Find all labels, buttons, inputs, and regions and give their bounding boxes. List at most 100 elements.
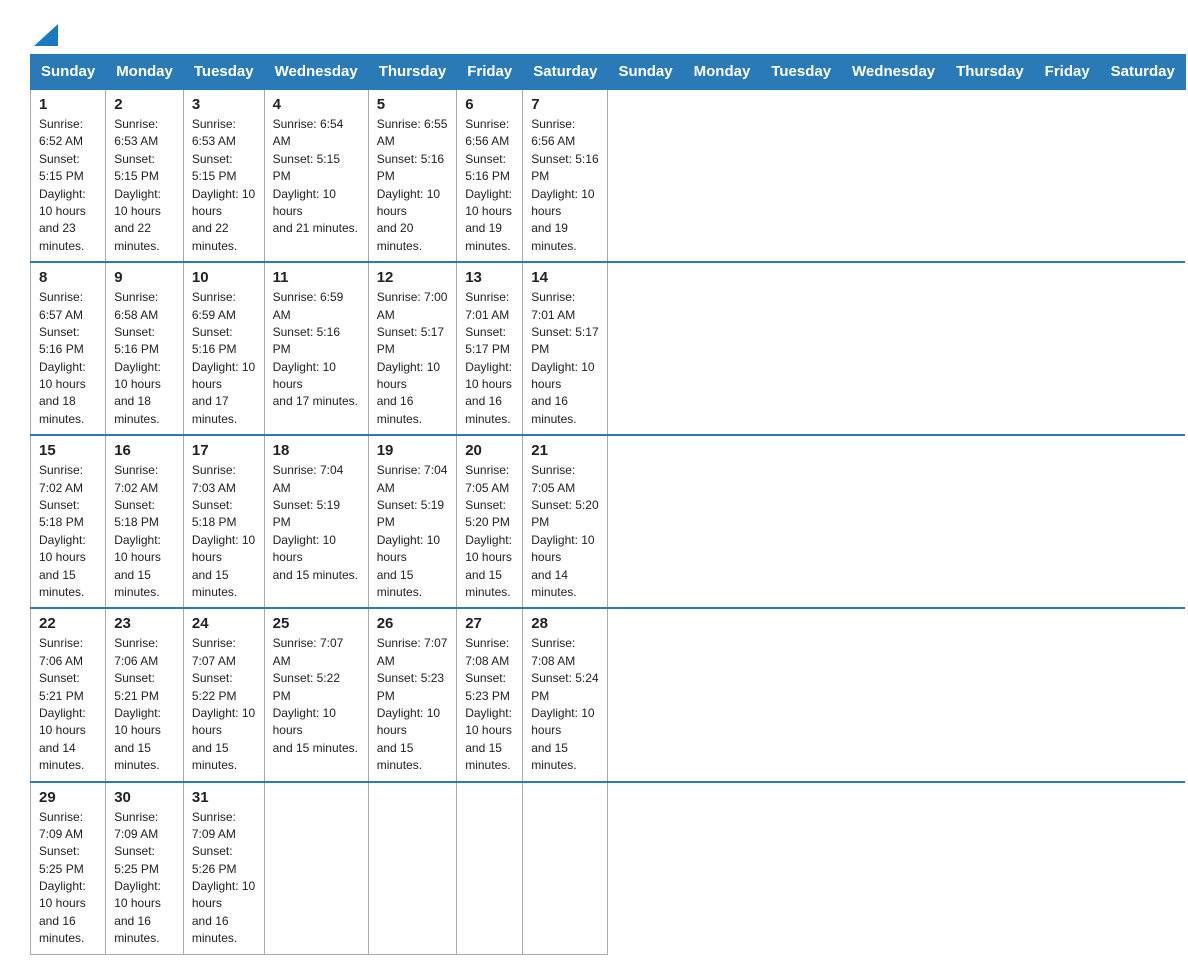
day-info: Sunrise: 6:58 AMSunset: 5:16 PMDaylight:… xyxy=(114,289,175,428)
day-info: Sunrise: 7:04 AMSunset: 5:19 PMDaylight:… xyxy=(273,462,360,584)
calendar-cell xyxy=(457,782,523,955)
day-info: Sunrise: 7:03 AMSunset: 5:18 PMDaylight:… xyxy=(192,462,256,601)
day-number: 27 xyxy=(465,615,514,632)
calendar-cell: 31 Sunrise: 7:09 AMSunset: 5:26 PMDayligh… xyxy=(183,782,264,955)
day-info: Sunrise: 6:59 AMSunset: 5:16 PMDaylight:… xyxy=(273,289,360,411)
day-number: 30 xyxy=(114,789,175,806)
day-number: 19 xyxy=(377,442,449,459)
calendar-cell: 4Sunrise: 6:54 AMSunset: 5:15 PMDaylight… xyxy=(264,89,368,262)
calendar-week-row: 22 Sunrise: 7:06 AMSunset: 5:21 PMDayligh… xyxy=(31,608,1186,781)
day-number: 8 xyxy=(39,269,97,286)
header-friday: Friday xyxy=(1034,55,1100,90)
day-number: 20 xyxy=(465,442,514,459)
day-info: Sunrise: 7:02 AMSunset: 5:18 PMDaylight:… xyxy=(39,462,97,601)
calendar-cell: 18Sunrise: 7:04 AMSunset: 5:19 PMDayligh… xyxy=(264,435,368,608)
day-info: Sunrise: 7:04 AMSunset: 5:19 PMDaylight:… xyxy=(377,462,449,601)
day-info: Sunrise: 7:08 AMSunset: 5:23 PMDaylight:… xyxy=(465,635,514,774)
calendar-week-row: 15Sunrise: 7:02 AMSunset: 5:18 PMDayligh… xyxy=(31,435,1186,608)
day-number: 14 xyxy=(531,269,599,286)
day-info: Sunrise: 7:09 AMSunset: 5:25 PMDaylight:… xyxy=(39,809,97,948)
header-tuesday: Tuesday xyxy=(761,55,842,90)
day-number: 31 xyxy=(192,789,256,806)
calendar-cell: 30 Sunrise: 7:09 AMSunset: 5:25 PMDayligh… xyxy=(106,782,184,955)
calendar-cell: 6Sunrise: 6:56 AMSunset: 5:16 PMDaylight… xyxy=(457,89,523,262)
day-number: 26 xyxy=(377,615,449,632)
calendar-cell: 14 Sunrise: 7:01 AMSunset: 5:17 PMDayligh… xyxy=(523,262,608,435)
calendar-cell: 19 Sunrise: 7:04 AMSunset: 5:19 PMDayligh… xyxy=(368,435,457,608)
day-info: Sunrise: 6:52 AMSunset: 5:15 PMDaylight:… xyxy=(39,116,97,255)
calendar-cell: 23 Sunrise: 7:06 AMSunset: 5:21 PMDayligh… xyxy=(106,608,184,781)
header-wednesday: Wednesday xyxy=(264,55,368,90)
calendar-cell: 27 Sunrise: 7:08 AMSunset: 5:23 PMDayligh… xyxy=(457,608,523,781)
header-sunday: Sunday xyxy=(31,55,106,90)
calendar-cell: 9 Sunrise: 6:58 AMSunset: 5:16 PMDaylight… xyxy=(106,262,184,435)
day-number: 9 xyxy=(114,269,175,286)
day-info: Sunrise: 6:55 AMSunset: 5:16 PMDaylight:… xyxy=(377,116,449,255)
day-number: 25 xyxy=(273,615,360,632)
day-number: 12 xyxy=(377,269,449,286)
calendar-week-row: 8 Sunrise: 6:57 AMSunset: 5:16 PMDaylight… xyxy=(31,262,1186,435)
logo xyxy=(30,20,60,44)
header-sunday: Sunday xyxy=(608,55,683,90)
day-info: Sunrise: 7:07 AMSunset: 5:22 PMDaylight:… xyxy=(192,635,256,774)
day-info: Sunrise: 6:56 AMSunset: 5:16 PMDaylight:… xyxy=(531,116,599,255)
day-info: Sunrise: 7:01 AMSunset: 5:17 PMDaylight:… xyxy=(531,289,599,428)
day-info: Sunrise: 7:09 AMSunset: 5:26 PMDaylight:… xyxy=(192,809,256,948)
day-info: Sunrise: 6:54 AMSunset: 5:15 PMDaylight:… xyxy=(273,116,360,238)
calendar-cell: 11Sunrise: 6:59 AMSunset: 5:16 PMDayligh… xyxy=(264,262,368,435)
day-info: Sunrise: 7:00 AMSunset: 5:17 PMDaylight:… xyxy=(377,289,449,428)
header-friday: Friday xyxy=(457,55,523,90)
calendar-cell: 2Sunrise: 6:53 AMSunset: 5:15 PMDaylight… xyxy=(106,89,184,262)
header-wednesday: Wednesday xyxy=(842,55,946,90)
calendar-cell: 7Sunrise: 6:56 AMSunset: 5:16 PMDaylight… xyxy=(523,89,608,262)
calendar-cell: 20Sunrise: 7:05 AMSunset: 5:20 PMDayligh… xyxy=(457,435,523,608)
calendar-cell: 3Sunrise: 6:53 AMSunset: 5:15 PMDaylight… xyxy=(183,89,264,262)
calendar-week-row: 1 Sunrise: 6:52 AMSunset: 5:15 PMDaylight… xyxy=(31,89,1186,262)
day-number: 13 xyxy=(465,269,514,286)
day-number: 29 xyxy=(39,789,97,806)
logo-triangle-icon xyxy=(32,20,60,48)
calendar-cell: 16 Sunrise: 7:02 AMSunset: 5:18 PMDayligh… xyxy=(106,435,184,608)
header-monday: Monday xyxy=(683,55,761,90)
calendar-header-row: SundayMondayTuesdayWednesdayThursdayFrid… xyxy=(31,55,1186,90)
day-number: 16 xyxy=(114,442,175,459)
day-number: 17 xyxy=(192,442,256,459)
calendar-cell: 12 Sunrise: 7:00 AMSunset: 5:17 PMDayligh… xyxy=(368,262,457,435)
day-info: Sunrise: 7:06 AMSunset: 5:21 PMDaylight:… xyxy=(114,635,175,774)
header-saturday: Saturday xyxy=(1100,55,1185,90)
calendar-cell: 26 Sunrise: 7:07 AMSunset: 5:23 PMDayligh… xyxy=(368,608,457,781)
day-info: Sunrise: 7:02 AMSunset: 5:18 PMDaylight:… xyxy=(114,462,175,601)
day-number: 5 xyxy=(377,96,449,113)
calendar-cell: 29 Sunrise: 7:09 AMSunset: 5:25 PMDayligh… xyxy=(31,782,106,955)
calendar-cell: 25 Sunrise: 7:07 AMSunset: 5:22 PMDayligh… xyxy=(264,608,368,781)
day-number: 23 xyxy=(114,615,175,632)
day-info: Sunrise: 6:57 AMSunset: 5:16 PMDaylight:… xyxy=(39,289,97,428)
day-number: 3 xyxy=(192,96,256,113)
header-thursday: Thursday xyxy=(368,55,457,90)
day-info: Sunrise: 7:07 AMSunset: 5:22 PMDaylight:… xyxy=(273,635,360,757)
calendar-cell: 28 Sunrise: 7:08 AMSunset: 5:24 PMDayligh… xyxy=(523,608,608,781)
day-info: Sunrise: 7:05 AMSunset: 5:20 PMDaylight:… xyxy=(531,462,599,601)
calendar-cell: 22Sunrise: 7:06 AMSunset: 5:21 PMDayligh… xyxy=(31,608,106,781)
day-info: Sunrise: 7:07 AMSunset: 5:23 PMDaylight:… xyxy=(377,635,449,774)
day-number: 22 xyxy=(39,615,97,632)
day-info: Sunrise: 7:01 AMSunset: 5:17 PMDaylight:… xyxy=(465,289,514,428)
day-info: Sunrise: 7:09 AMSunset: 5:25 PMDaylight:… xyxy=(114,809,175,948)
day-info: Sunrise: 7:08 AMSunset: 5:24 PMDaylight:… xyxy=(531,635,599,774)
calendar-cell xyxy=(264,782,368,955)
calendar-table: SundayMondayTuesdayWednesdayThursdayFrid… xyxy=(30,54,1186,955)
header-saturday: Saturday xyxy=(523,55,608,90)
calendar-cell: 5 Sunrise: 6:55 AMSunset: 5:16 PMDaylight… xyxy=(368,89,457,262)
calendar-cell xyxy=(523,782,608,955)
calendar-cell: 10Sunrise: 6:59 AMSunset: 5:16 PMDayligh… xyxy=(183,262,264,435)
day-number: 6 xyxy=(465,96,514,113)
calendar-cell: 21 Sunrise: 7:05 AMSunset: 5:20 PMDayligh… xyxy=(523,435,608,608)
calendar-cell: 24Sunrise: 7:07 AMSunset: 5:22 PMDayligh… xyxy=(183,608,264,781)
calendar-cell: 15Sunrise: 7:02 AMSunset: 5:18 PMDayligh… xyxy=(31,435,106,608)
day-number: 1 xyxy=(39,96,97,113)
day-number: 28 xyxy=(531,615,599,632)
day-number: 21 xyxy=(531,442,599,459)
calendar-cell: 17 Sunrise: 7:03 AMSunset: 5:18 PMDayligh… xyxy=(183,435,264,608)
page-header xyxy=(30,20,1158,44)
header-tuesday: Tuesday xyxy=(183,55,264,90)
